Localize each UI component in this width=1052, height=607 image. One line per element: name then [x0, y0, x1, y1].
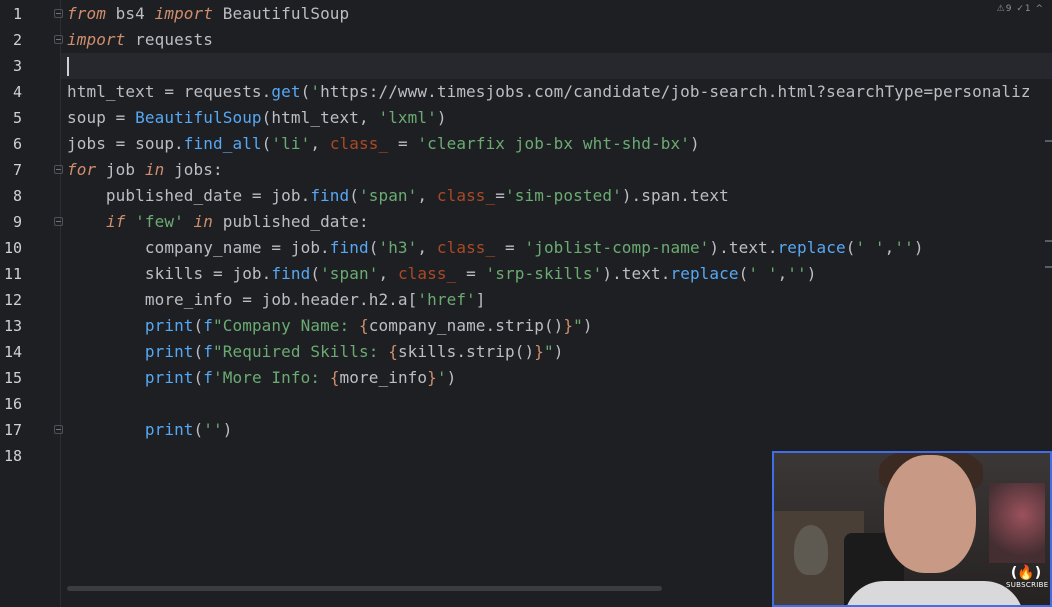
background-light [989, 483, 1045, 563]
fold-icon[interactable] [54, 165, 63, 174]
line-number[interactable]: 15 [0, 365, 22, 391]
text-caret [67, 57, 69, 76]
line-number[interactable]: 13 [0, 313, 22, 339]
fold-icon[interactable] [54, 217, 63, 226]
code-line[interactable]: skills = job.find('span', class_ = 'srp-… [67, 261, 817, 287]
code-line[interactable]: import requests [67, 27, 213, 53]
scrollbar-marker[interactable] [1045, 266, 1052, 268]
line-number[interactable]: 11 [0, 261, 22, 287]
code-line[interactable]: html_text = requests.get('https://www.ti… [67, 79, 1031, 105]
line-number[interactable]: 2 [0, 27, 22, 53]
fold-icon[interactable] [54, 425, 63, 434]
line-number[interactable]: 4 [0, 79, 22, 105]
line-number[interactable]: 14 [0, 339, 22, 365]
line-number[interactable]: 18 [0, 443, 22, 469]
scrollbar-marker[interactable] [1045, 240, 1052, 242]
code-line[interactable]: for job in jobs: [67, 157, 223, 183]
line-number[interactable]: 3 [0, 53, 22, 79]
fold-icon[interactable] [54, 9, 63, 18]
code-line[interactable]: print(f'More Info: {more_info}') [67, 365, 456, 391]
line-number[interactable]: 12 [0, 287, 22, 313]
code-line[interactable]: print(f"Company Name: {company_name.stri… [67, 313, 593, 339]
webcam-overlay: (🔥) SUBSCRIBE [772, 451, 1052, 607]
code-line[interactable]: company_name = job.find('h3', class_ = '… [67, 235, 924, 261]
fold-icon[interactable] [54, 35, 63, 44]
code-line[interactable]: print(f"Required Skills: {skills.strip()… [67, 339, 563, 365]
plush-toy [794, 525, 828, 575]
line-number[interactable]: 17 [0, 417, 22, 443]
presenter-shirt [844, 581, 1024, 605]
inspection-status[interactable]: ⚠9 ✓1 ^ [997, 4, 1044, 14]
subscribe-logo[interactable]: (🔥) SUBSCRIBE [1006, 565, 1049, 595]
presenter-face [884, 455, 976, 573]
flame-icon: (🔥) [1010, 565, 1042, 581]
line-number[interactable]: 5 [0, 105, 22, 131]
line-number[interactable]: 8 [0, 183, 22, 209]
current-line-highlight [61, 53, 1052, 79]
code-line[interactable]: soup = BeautifulSoup(html_text, 'lxml') [67, 105, 447, 131]
code-line[interactable]: jobs = soup.find_all('li', class_ = 'cle… [67, 131, 700, 157]
subscribe-label: SUBSCRIBE [1006, 581, 1049, 589]
code-line[interactable]: more_info = job.header.h2.a['href'] [67, 287, 486, 313]
horizontal-scrollbar[interactable] [67, 586, 662, 591]
code-line[interactable]: from bs4 import BeautifulSoup [67, 1, 349, 27]
line-number[interactable]: 16 [0, 391, 22, 417]
code-line[interactable]: print('') [67, 417, 233, 443]
line-number[interactable]: 10 [0, 235, 22, 261]
code-line[interactable]: if 'few' in published_date: [67, 209, 369, 235]
line-number[interactable]: 7 [0, 157, 22, 183]
line-number[interactable]: 1 [0, 1, 22, 27]
gutter-divider [60, 0, 61, 607]
code-line[interactable]: published_date = job.find('span', class_… [67, 183, 729, 209]
line-number[interactable]: 9 [0, 209, 22, 235]
scrollbar-marker[interactable] [1045, 140, 1052, 142]
line-number[interactable]: 6 [0, 131, 22, 157]
